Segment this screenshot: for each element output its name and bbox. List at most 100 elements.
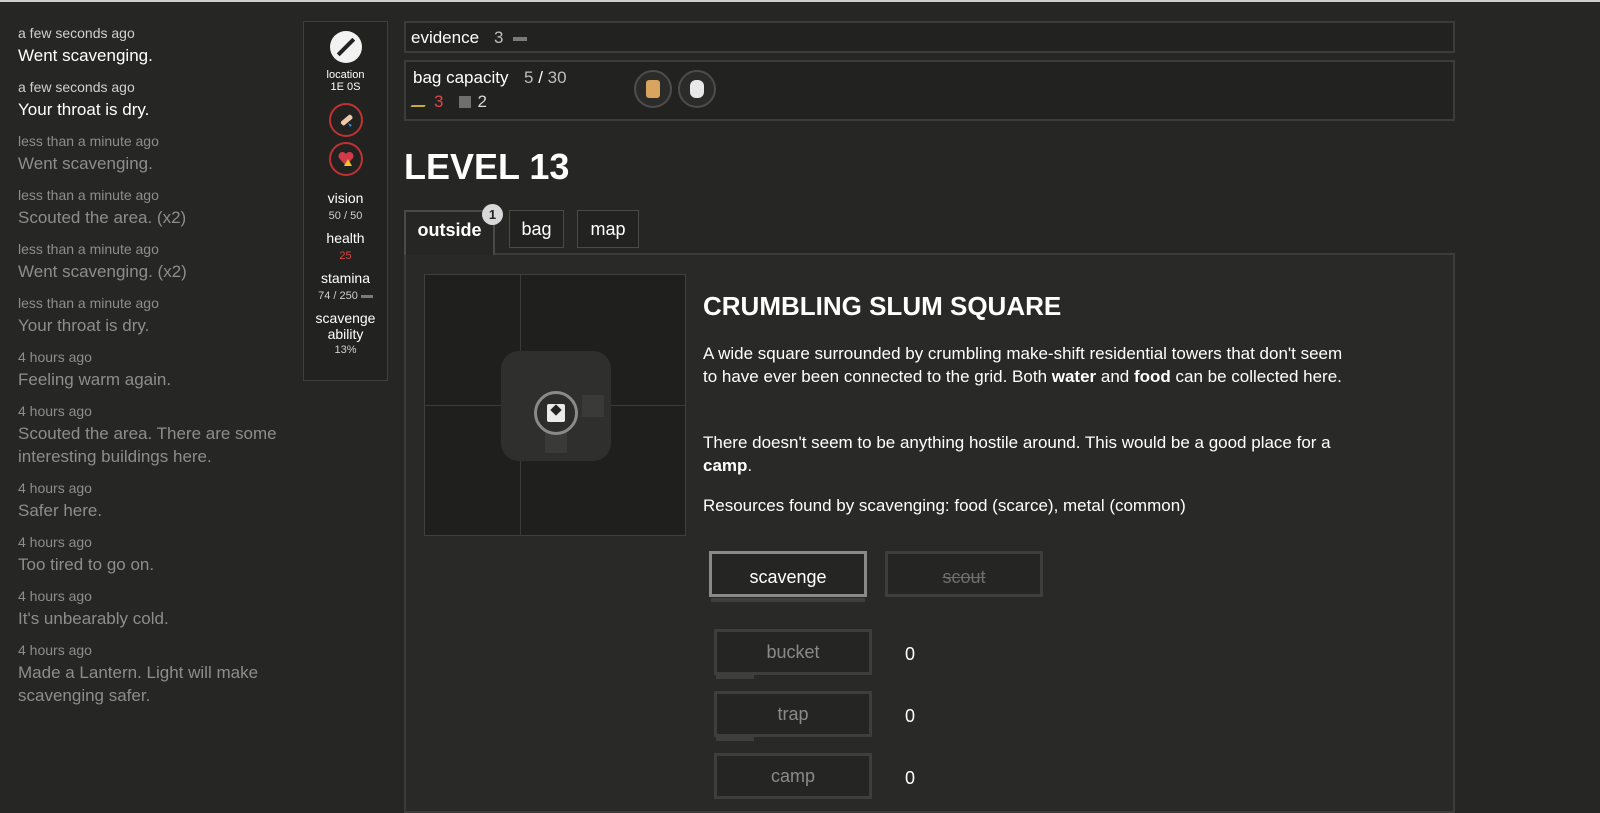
event-log: a few seconds ago Went scavenging. a few… [18, 25, 288, 719]
build-bucket-button[interactable]: bucket [714, 629, 872, 675]
desc-text: can be collected here. [1170, 367, 1342, 386]
bag-used: 5 [524, 68, 534, 87]
log-time: less than a minute ago [18, 187, 159, 203]
build-progress-bar [716, 674, 754, 679]
log-entry: less than a minute ago Scouted the area.… [18, 187, 288, 229]
scavenge-label: scavenge [315, 310, 376, 326]
log-entry: less than a minute ago Went scavenging. [18, 133, 288, 175]
log-time: 4 hours ago [18, 588, 92, 604]
log-text: Your throat is dry. [18, 316, 150, 335]
stamina-stat: stamina 74 / 250 [304, 270, 387, 303]
log-text: Too tired to go on. [18, 555, 155, 574]
log-entry: 4 hours ago It's unbearably cold. [18, 588, 288, 630]
resource-a-count: 3 [434, 92, 444, 111]
log-text: Went scavenging. [18, 46, 153, 65]
log-entry: 4 hours ago Scouted the area. There are … [18, 403, 288, 468]
health-value: 25 [339, 250, 352, 262]
resource-b-count: 2 [477, 92, 487, 111]
bag-sep: / [538, 68, 543, 87]
desc-highlight-food: food [1133, 367, 1171, 386]
location-label: location [326, 69, 365, 81]
stamina-row: 74 / 250 [304, 289, 387, 303]
bag-capacity-panel: bag capacity 5 / 30 32 [404, 60, 1455, 121]
scavenge-value: 13% [334, 344, 357, 356]
vision-stat: vision 50 / 50 [304, 190, 387, 223]
minimap-building [582, 395, 604, 417]
evidence-progress-bar [513, 37, 527, 41]
compass-icon[interactable] [329, 31, 362, 63]
log-text: Scouted the area. (x2) [18, 208, 187, 227]
metal-icon [459, 96, 472, 108]
bag-resources: 32 [410, 92, 487, 112]
log-entry: less than a minute ago Your throat is dr… [18, 295, 288, 337]
desc-text: and [1096, 367, 1134, 386]
desc-highlight-camp: camp [703, 456, 748, 475]
log-entry: 4 hours ago Made a Lantern. Light will m… [18, 642, 288, 707]
log-entry: 4 hours ago Safer here. [18, 480, 288, 522]
health-warning-icon[interactable] [328, 142, 363, 176]
minimap[interactable] [424, 274, 686, 536]
bag-capacity-label: bag capacity [413, 68, 509, 87]
log-text: Scouted the area. There are some interes… [18, 424, 277, 466]
health-stat: health 25 [304, 230, 387, 263]
log-entry: a few seconds ago Your throat is dry. [18, 79, 288, 121]
scavenge-button[interactable]: scavenge [709, 551, 867, 597]
rope-icon [410, 95, 432, 107]
location-description: A wide square surrounded by crumbling ma… [703, 342, 1353, 388]
map-scroll-icon[interactable] [634, 70, 672, 108]
stamina-label: stamina [320, 270, 371, 286]
log-text: Safer here. [18, 501, 103, 520]
player-position-icon [534, 391, 578, 435]
log-time: 4 hours ago [18, 480, 92, 496]
stamina-bar [360, 294, 373, 298]
log-entry: less than a minute ago Went scavenging. … [18, 241, 288, 283]
build-camp-button[interactable]: camp [714, 753, 872, 799]
scout-button[interactable]: scout [885, 551, 1043, 597]
top-border [0, 0, 1600, 2]
scavenge-stat: scavenge ability 13% [304, 310, 387, 357]
vision-label: vision [327, 190, 364, 206]
camp-count: 0 [905, 768, 916, 788]
stamina-value: 74 / 250 [318, 290, 358, 302]
build-progress-bar [716, 736, 754, 741]
location-name: CRUMBLING SLUM SQUARE [703, 291, 1062, 321]
injury-bandage-icon[interactable] [328, 103, 363, 137]
log-text: Feeling warm again. [18, 370, 172, 389]
desc-text: There doesn't seem to be anything hostil… [703, 433, 1331, 452]
resources-found-text: Resources found by scavenging: food (sca… [703, 496, 1186, 515]
desc-highlight-water: water [1051, 367, 1097, 386]
bucket-count: 0 [905, 644, 916, 664]
lantern-icon[interactable] [678, 70, 716, 108]
tab-bag[interactable]: bag [509, 210, 564, 248]
log-text: Went scavenging. [18, 154, 153, 173]
health-label: health [326, 230, 365, 246]
location-safety-text: There doesn't seem to be anything hostil… [703, 431, 1353, 477]
log-text: It's unbearably cold. [18, 609, 169, 628]
evidence-panel: evidence 3 [404, 21, 1455, 53]
bag-max: 30 [547, 68, 567, 87]
log-time: 4 hours ago [18, 349, 92, 365]
log-entry: a few seconds ago Went scavenging. [18, 25, 288, 67]
tab-map[interactable]: map [577, 210, 639, 248]
log-entry: 4 hours ago Too tired to go on. [18, 534, 288, 576]
notification-badge: 1 [482, 204, 503, 225]
evidence-value: 3 [494, 28, 504, 47]
log-time: a few seconds ago [18, 25, 135, 41]
log-time: 4 hours ago [18, 534, 92, 550]
log-time: less than a minute ago [18, 241, 159, 257]
log-text: Made a Lantern. Light will make scavengi… [18, 663, 259, 705]
log-time: 4 hours ago [18, 642, 92, 658]
desc-text: . [747, 456, 753, 475]
log-time: 4 hours ago [18, 403, 92, 419]
log-text: Went scavenging. (x2) [18, 262, 187, 281]
log-text: Your throat is dry. [18, 100, 150, 119]
log-time: less than a minute ago [18, 133, 159, 149]
scavenge-cooldown-bar [711, 598, 865, 602]
location-value: 1E 0S [330, 81, 361, 93]
level-title: LEVEL 13 [404, 146, 570, 187]
status-panel: location 1E 0S vision 50 / 50 health 25 … [303, 21, 388, 381]
log-time: less than a minute ago [18, 295, 159, 311]
build-trap-button[interactable]: trap [714, 691, 872, 737]
log-time: a few seconds ago [18, 79, 135, 95]
vision-value: 50 / 50 [328, 210, 363, 222]
